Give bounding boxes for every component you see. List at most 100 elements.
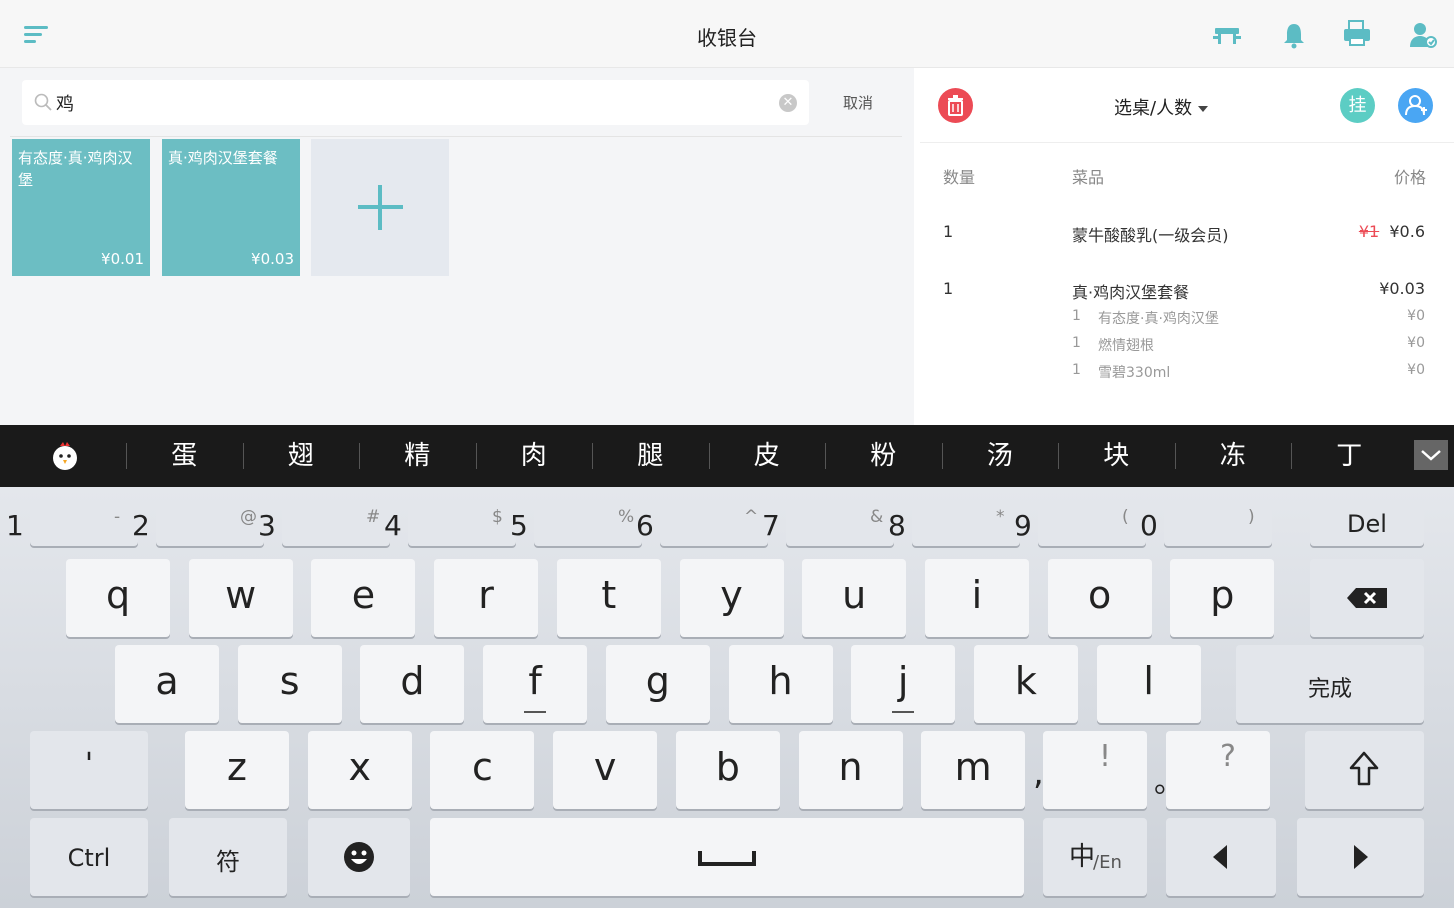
product-tile[interactable]: 真·鸡肉汉堡套餐 ¥0.03 [162,139,300,276]
key-y[interactable]: y [679,559,784,637]
key-4[interactable]: 4 $ [384,501,516,546]
ime-candidate[interactable]: 汤 [942,425,1059,487]
key-0[interactable]: 0) [1140,501,1272,546]
key-t[interactable]: t [556,559,661,637]
key-b[interactable]: b [675,731,780,809]
member-button[interactable] [1398,88,1433,123]
ime-candidate[interactable]: 精 [359,425,476,487]
key-q[interactable]: q [66,559,170,637]
shift-key[interactable] [1305,731,1424,809]
ime-logo-icon[interactable] [48,439,82,473]
key-7[interactable]: 7 & [762,501,894,546]
key-t-label: t [601,573,617,617]
printer-icon[interactable] [1342,18,1372,48]
clear-icon[interactable]: ✕ [779,94,797,112]
done-key[interactable]: 完成 [1236,645,1424,723]
ime-candidate[interactable]: 肉 [476,425,593,487]
key-v[interactable]: v [553,731,658,809]
key-c[interactable]: c [430,731,535,809]
key-g[interactable]: g [605,645,710,723]
clear-order-button[interactable] [938,88,973,123]
key-o[interactable]: o [1047,559,1152,637]
key-9-sub-label: ( [1122,507,1129,527]
ime-candidate[interactable]: 丁 [1291,425,1408,487]
key-i[interactable]: i [924,559,1029,637]
bell-icon[interactable] [1279,20,1309,50]
key-j[interactable]: j [851,645,956,723]
key-z[interactable]: z [185,731,289,809]
table-select-label: 选桌/人数 [1114,98,1193,119]
key-w[interactable]: w [188,559,293,637]
key-h[interactable]: h [728,645,833,723]
ime-candidate[interactable]: 块 [1058,425,1175,487]
key-p-label: p [1210,573,1235,617]
key-8-label: 8 [888,509,906,542]
key-x-label: x [348,745,371,789]
cursor-right-key[interactable] [1297,818,1424,896]
key-n[interactable]: n [798,731,903,809]
key-r[interactable]: r [434,559,539,637]
language-switch-key[interactable]: 中/En [1043,818,1147,896]
key-x[interactable]: x [307,731,412,809]
key-f[interactable]: f [483,645,588,723]
key-6-sub-label: ^ [744,507,759,527]
ime-candidate[interactable]: 翅 [243,425,360,487]
key-p[interactable]: p [1170,559,1275,637]
order-price: ¥0.6 [1389,222,1425,241]
key-m[interactable]: m [921,731,1026,809]
staff-icon[interactable] [1408,20,1438,50]
cancel-button[interactable]: 取消 [830,92,886,116]
sub-item-price: ¥0 [1407,335,1425,351]
sub-item-price: ¥0 [1407,362,1425,378]
ime-candidate[interactable]: 冻 [1175,425,1292,487]
emoji-key[interactable] [308,818,410,896]
ime-candidate[interactable]: 蛋 [126,425,243,487]
search-input[interactable] [56,88,756,117]
key-j-label: j [897,659,909,703]
period-key[interactable]: 。? [1154,731,1270,809]
delete-key[interactable]: Del [1310,501,1424,546]
key-1[interactable]: 1- [6,501,138,546]
home-row-marker [892,711,915,713]
cursor-left-key[interactable] [1166,818,1276,896]
key-a[interactable]: a [115,645,219,723]
key-2[interactable]: 2 @ [132,501,264,546]
table-select[interactable]: 选桌/人数 [1114,94,1209,120]
column-price: 价格 [1393,168,1426,187]
order-panel: 选桌/人数 挂 数量 菜品 价格 1 蒙牛酸酸乳(一级会员) ¥1 ¥0.6 1… [914,68,1454,425]
add-product-button[interactable] [311,139,449,276]
key-6[interactable]: 6 ^ [636,501,768,546]
key-k[interactable]: k [973,645,1078,723]
key-s[interactable]: s [237,645,342,723]
key-l[interactable]: l [1096,645,1201,723]
comma-key[interactable]: ,! [1033,731,1147,809]
backspace-key[interactable] [1310,559,1424,637]
trash-icon [948,95,963,116]
key-9[interactable]: 9( [1014,501,1146,546]
product-tile[interactable]: 有态度·真·鸡肉汉堡 ¥0.01 [12,139,150,276]
ime-candidate[interactable]: 皮 [709,425,826,487]
column-item: 菜品 [1072,168,1105,187]
product-name: 真·鸡肉汉堡套餐 [168,149,278,167]
key-8[interactable]: 8 * [888,501,1020,546]
key-3[interactable]: 3 # [258,501,390,546]
space-icon [698,851,756,866]
key-u[interactable]: u [802,559,907,637]
table-icon[interactable] [1212,20,1242,50]
order-price-cell: ¥1 ¥0.6 [1359,222,1425,241]
hang-order-button[interactable]: 挂 [1340,88,1375,123]
symbol-key-label: 符 [216,848,240,876]
ime-candidate[interactable]: 腿 [592,425,709,487]
apostrophe-key[interactable]: ' [30,731,148,809]
collapse-keyboard-button[interactable] [1414,440,1448,470]
key-5[interactable]: 5% [510,501,642,546]
ctrl-key[interactable]: Ctrl [30,818,148,896]
order-qty: 1 [943,279,954,298]
symbol-key[interactable]: 符 [169,818,287,896]
ime-candidate[interactable]: 粉 [825,425,942,487]
key-e[interactable]: e [311,559,416,637]
ctrl-key-label: Ctrl [67,844,111,872]
key-n-label: n [838,745,863,789]
key-d[interactable]: d [360,645,465,723]
space-key[interactable] [430,818,1024,896]
